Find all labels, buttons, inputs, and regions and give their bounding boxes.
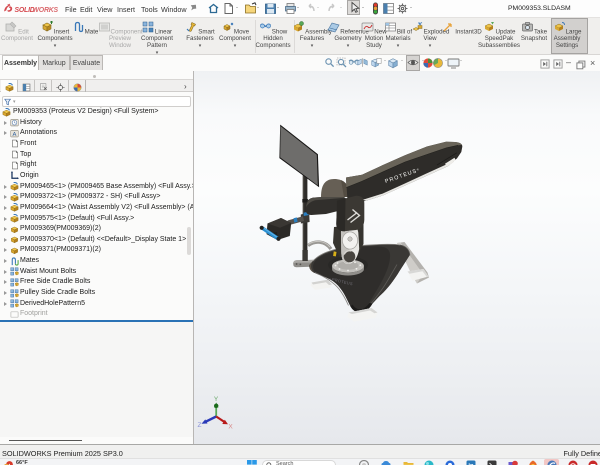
- svg-text:Z: Z: [198, 422, 202, 429]
- svg-text:WORKS: WORKS: [33, 7, 59, 14]
- svg-text:Y: Y: [214, 396, 219, 403]
- svg-text:X: X: [228, 424, 233, 431]
